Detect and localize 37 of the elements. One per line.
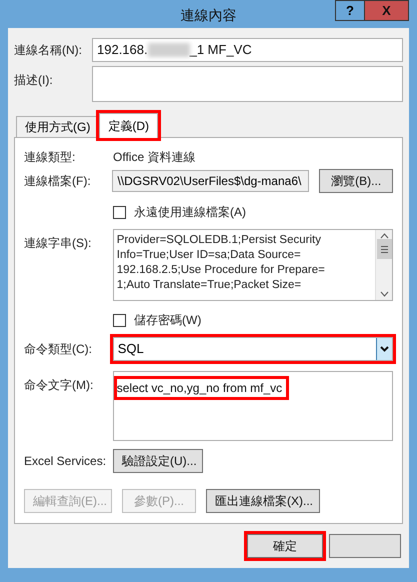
scroll-up-icon[interactable] — [380, 233, 388, 239]
command-type-dropdown[interactable]: SQL — [112, 337, 393, 361]
checkbox-label: 永遠使用連線檔案(A) — [134, 204, 246, 221]
connection-string-line: Provider=SQLOLEDB.1;Persist Security — [116, 233, 322, 248]
field-label: 描述(I): — [14, 73, 53, 87]
help-button[interactable]: ? — [335, 0, 365, 21]
ok-button[interactable]: 確定 — [247, 534, 323, 558]
connection-string-field[interactable]: Provider=SQLOLEDB.1;Persist Security Info=True;User ID=sa;Data Source= 192.168.2.5;Use Procedure for Prepare= 1;Auto Translate=True;Packet Size= — [112, 229, 393, 301]
cancel-button[interactable] — [329, 534, 401, 558]
dialog-button[interactable]: 匯出連線檔案(X)... — [206, 489, 320, 513]
field-label: Excel Services: — [24, 454, 106, 468]
scroll-thumb[interactable] — [376, 239, 392, 259]
field-label: 命令文字(M): — [24, 378, 94, 392]
connection-type-value: Office 資料連線 — [113, 149, 196, 166]
field-label: 連線名稱(N): — [14, 43, 82, 57]
connection-string-line: Info=True;User ID=sa;Data Source= — [116, 248, 302, 263]
window-title: 連線內容 — [180, 6, 236, 25]
name-field[interactable]: 192.168. _1 MF_VC — [92, 38, 403, 62]
tab[interactable]: 定義(D) — [99, 113, 158, 138]
dialog-button[interactable]: 瀏覽(B)... — [319, 169, 393, 193]
checkbox-label: 儲存密碼(W) — [134, 312, 202, 329]
scrollbar[interactable] — [375, 230, 392, 300]
scroll-down-icon[interactable] — [380, 291, 388, 297]
field-label: 命令類型(C): — [24, 342, 92, 356]
checkbox[interactable] — [113, 206, 126, 218]
field-label: 連線類型: — [24, 150, 76, 164]
close-button[interactable]: X — [365, 0, 409, 21]
dialog-button[interactable]: 驗證設定(U)... — [113, 449, 203, 473]
connection-string-line: 192.168.2.5;Use Procedure for Prepare= — [116, 263, 326, 278]
connection-file-field[interactable]: \\DGSRV02\UserFiles$\dg-mana6\ — [112, 170, 310, 192]
connection-string-line: 1;Auto Translate=True;Packet Size= — [116, 278, 302, 293]
field-label: 連線檔案(F): — [24, 174, 91, 188]
description-field[interactable] — [92, 66, 403, 102]
field-label: 連線字串(S): — [24, 236, 92, 250]
command-text: select vc_no,yg_no from mf_vc — [116, 379, 286, 397]
checkbox[interactable] — [113, 314, 126, 326]
command-text-field[interactable]: select vc_no,yg_no from mf_vc — [112, 371, 393, 441]
